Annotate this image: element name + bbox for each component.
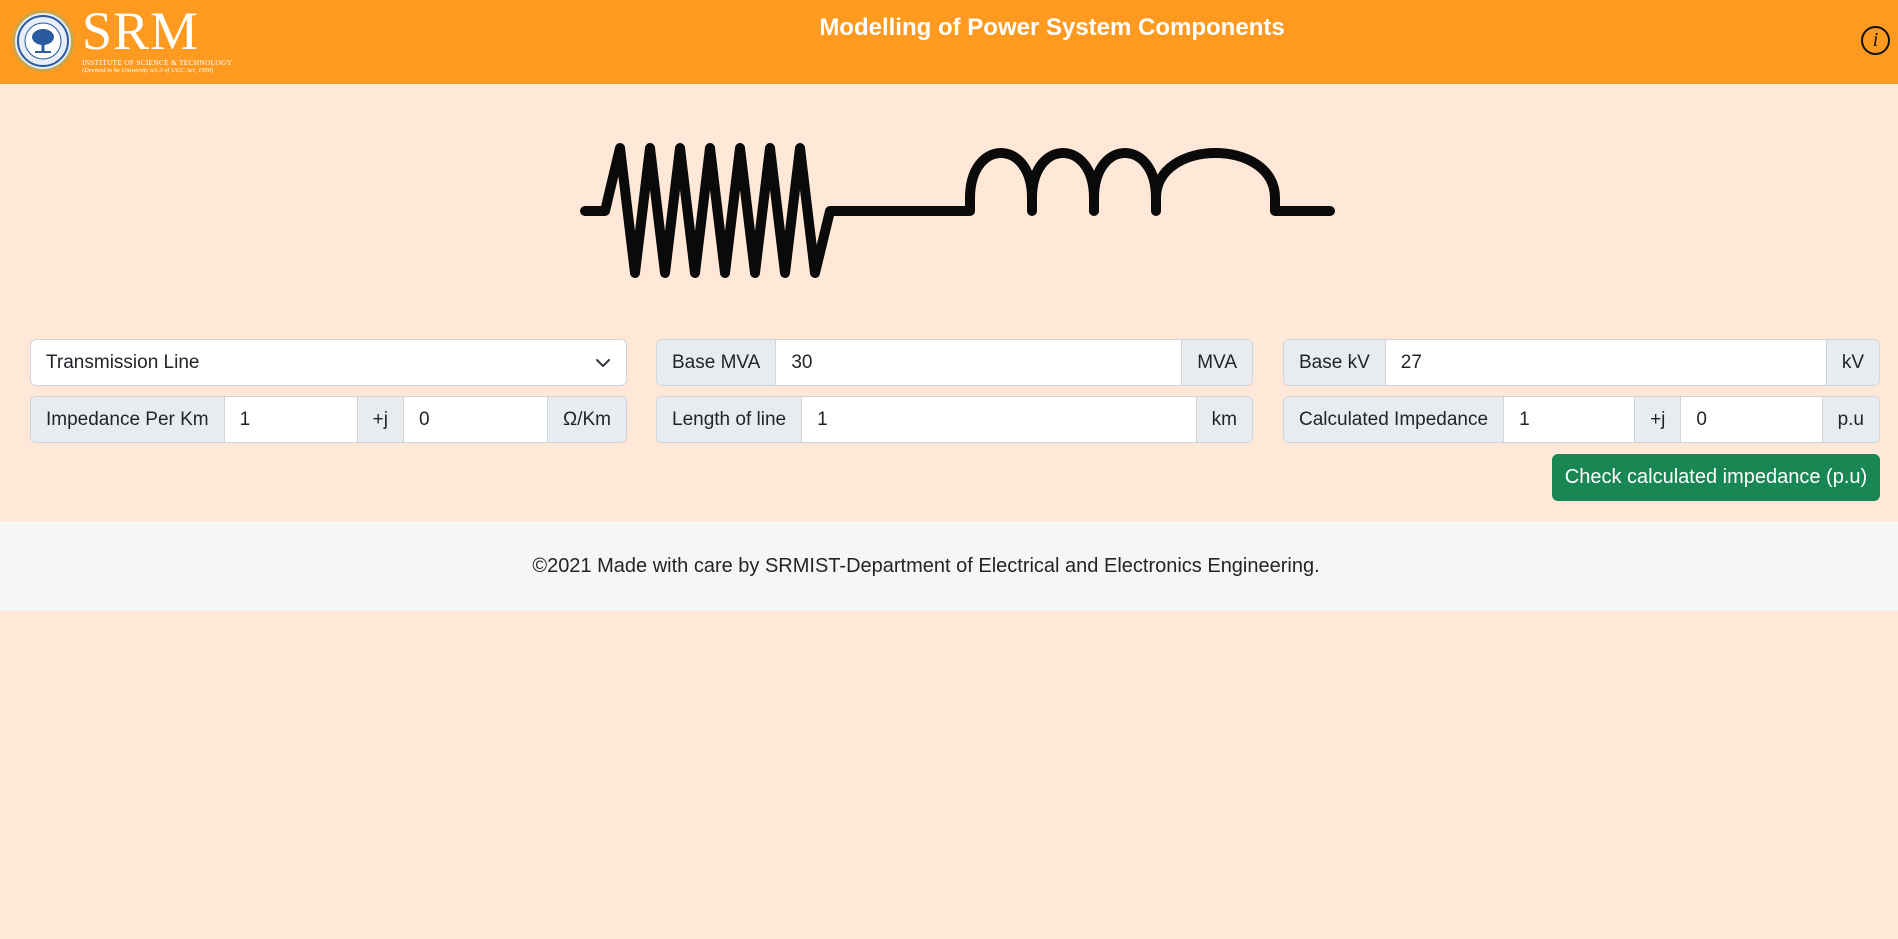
page-title: Modelling of Power System Components [819, 14, 1285, 41]
footer-text: ©2021 Made with care by SRMIST-Departmen… [532, 554, 1320, 577]
length-of-line-input[interactable] [801, 397, 1196, 442]
logo-subtitle: INSTITUTE OF SCIENCE & TECHNOLOGY [82, 58, 233, 67]
impedance-per-km-label: Impedance Per Km [31, 397, 224, 442]
header-bar: SRM INSTITUTE OF SCIENCE & TECHNOLOGY (D… [0, 0, 1898, 84]
chevron-down-icon [596, 358, 610, 367]
base-kv-group: Base kV kV [1283, 339, 1880, 386]
calculated-impedance-group: Calculated Impedance +j p.u [1283, 396, 1880, 443]
impedance-real-input[interactable] [223, 397, 357, 442]
impedance-symbol-icon [580, 143, 1335, 278]
base-mva-input[interactable] [775, 340, 1182, 385]
base-mva-label: Base MVA [657, 340, 776, 385]
calculated-impedance-label: Calculated Impedance [1284, 397, 1504, 442]
logo-tagline: (Deemed to be University u/s 3 of UGC Ac… [82, 67, 214, 74]
check-impedance-button[interactable]: Check calculated impedance (p.u) [1552, 454, 1880, 501]
base-kv-input[interactable] [1384, 340, 1826, 385]
calculated-unit: p.u [1821, 397, 1879, 442]
base-kv-unit: kV [1825, 340, 1879, 385]
base-kv-label: Base kV [1284, 340, 1385, 385]
component-select[interactable]: Transmission Line [30, 339, 627, 386]
calculated-j-label: +j [1634, 397, 1681, 442]
base-mva-unit: MVA [1181, 340, 1252, 385]
length-of-line-label: Length of line [657, 397, 802, 442]
footer: ©2021 Made with care by SRMIST-Departmen… [0, 521, 1898, 611]
inductor-symbol-icon [850, 148, 1335, 216]
impedance-per-km-group: Impedance Per Km +j Ω/Km [30, 396, 627, 443]
component-select-value: Transmission Line [46, 351, 200, 373]
impedance-unit: Ω/Km [547, 397, 626, 442]
length-of-line-unit: km [1195, 397, 1252, 442]
base-mva-group: Base MVA MVA [656, 339, 1253, 386]
calculated-imag-input[interactable] [1680, 397, 1822, 442]
info-icon[interactable]: i [1861, 26, 1890, 55]
impedance-j-label: +j [356, 397, 403, 442]
resistor-symbol-icon [580, 143, 880, 278]
impedance-imag-input[interactable] [402, 397, 548, 442]
calculated-real-input[interactable] [1503, 397, 1635, 442]
length-of-line-group: Length of line km [656, 396, 1253, 443]
